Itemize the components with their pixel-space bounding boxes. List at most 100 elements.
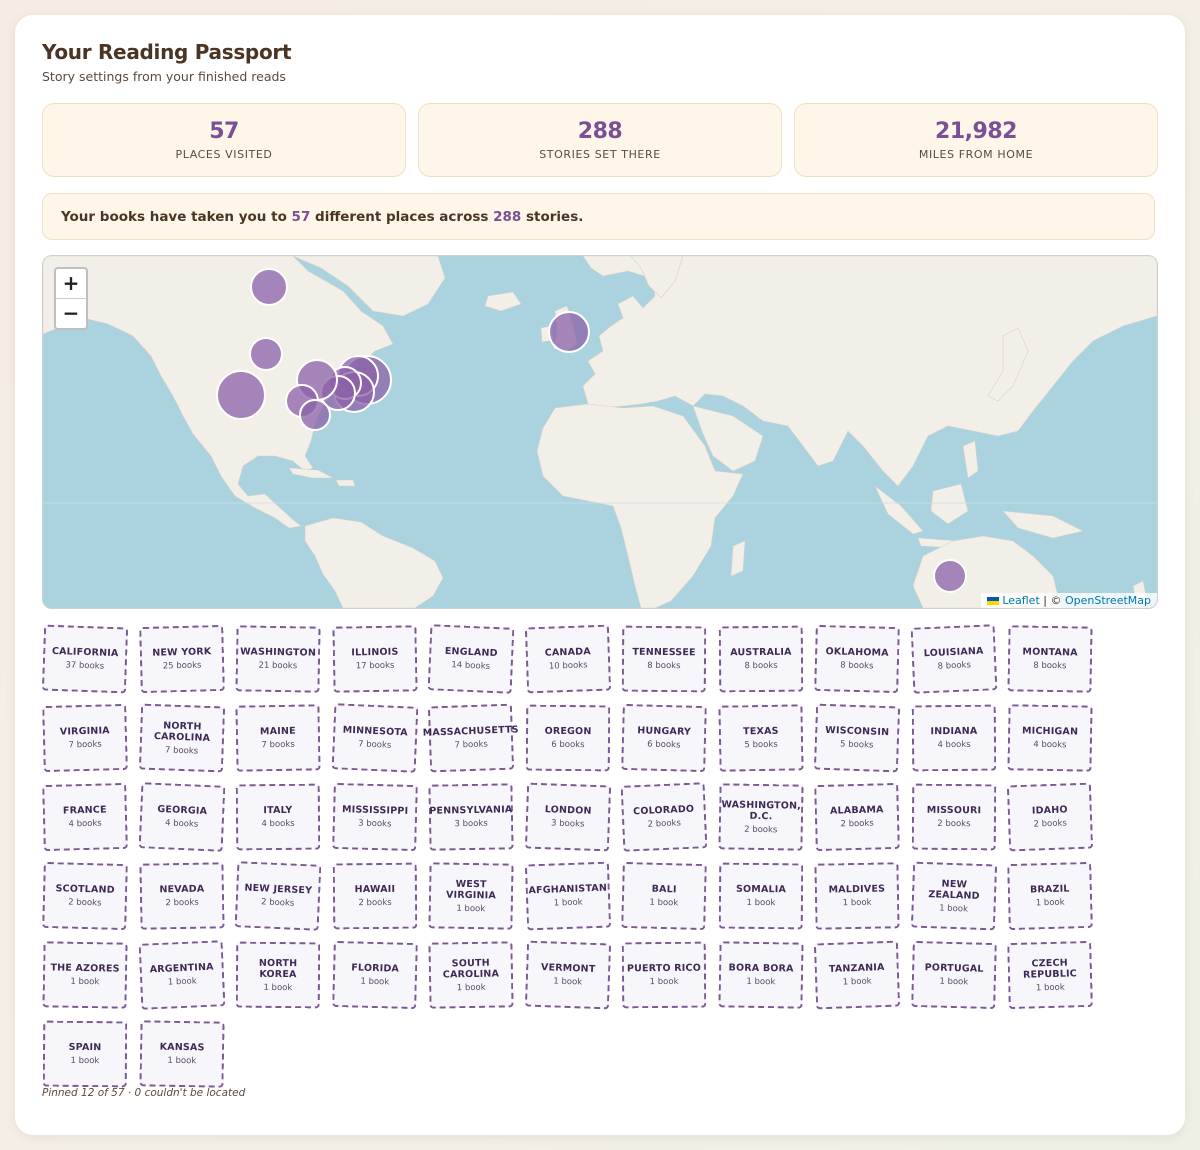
passport-stamp[interactable]: Spain 1 book bbox=[42, 1020, 128, 1088]
passport-stamp[interactable]: Washington 21 books bbox=[235, 625, 321, 693]
passport-stamp[interactable]: Maine 7 books bbox=[235, 704, 321, 772]
passport-stamp[interactable]: Wisconsin 5 books bbox=[813, 703, 901, 773]
zoom-out-button[interactable]: − bbox=[56, 299, 86, 328]
passport-stamp[interactable]: Afghanistan 1 book bbox=[524, 861, 611, 931]
passport-stamp[interactable]: Minnesota 7 books bbox=[331, 703, 418, 773]
summary-banner: Your books have taken you to 57 differen… bbox=[42, 193, 1155, 240]
passport-stamp[interactable]: North Carolina 7 books bbox=[138, 703, 225, 773]
summary-stories-count: 288 bbox=[493, 209, 522, 225]
stamp-place-name: Argentina bbox=[148, 961, 214, 976]
passport-stamp[interactable]: Louisiana 8 books bbox=[910, 624, 997, 694]
leaflet-link[interactable]: Leaflet bbox=[1002, 594, 1039, 607]
passport-stamp[interactable]: Czech Republic 1 book bbox=[1007, 940, 1093, 1010]
stamp-place-name: Massachusetts bbox=[422, 724, 519, 739]
passport-stamp[interactable]: Tennessee 8 books bbox=[621, 625, 707, 693]
map-marker[interactable] bbox=[250, 268, 288, 306]
passport-stamp[interactable]: Scotland 2 books bbox=[42, 861, 128, 931]
passport-stamp[interactable]: North Korea 1 book bbox=[235, 941, 321, 1009]
stamp-place-name: New Zealand bbox=[927, 878, 980, 902]
passport-stamp[interactable]: Argentina 1 book bbox=[138, 940, 225, 1010]
passport-stamp[interactable]: Tanzania 1 book bbox=[813, 940, 901, 1010]
passport-stamp[interactable]: Indiana 4 books bbox=[911, 704, 996, 772]
landmass-madagascar bbox=[730, 540, 746, 577]
passport-stamp[interactable]: Illinois 17 books bbox=[331, 625, 418, 693]
passport-stamp[interactable]: Idaho 2 books bbox=[1006, 782, 1094, 852]
stamp-place-name: West Virginia bbox=[445, 878, 497, 901]
map-attribution: Leaflet | © OpenStreetMap bbox=[981, 593, 1157, 608]
stamp-place-name: Nevada bbox=[158, 883, 204, 896]
passport-stamp[interactable]: England 14 books bbox=[427, 624, 515, 694]
passport-stamp[interactable]: Georgia 4 books bbox=[138, 782, 225, 852]
passport-stamp[interactable]: Washington, D.C. 2 books bbox=[717, 783, 804, 851]
summary-middle: different places across bbox=[310, 209, 494, 225]
summary-prefix: Your books have taken you to bbox=[61, 209, 292, 225]
map-marker[interactable] bbox=[216, 370, 266, 420]
stamp-book-count: 4 books bbox=[261, 818, 295, 830]
passport-stamp[interactable]: Brazil 1 book bbox=[1007, 861, 1093, 931]
stamp-book-count: 8 books bbox=[647, 660, 681, 672]
stamp-book-count: 25 books bbox=[162, 660, 202, 672]
passport-stamp[interactable]: Michigan 4 books bbox=[1007, 704, 1093, 772]
map-marker[interactable] bbox=[299, 399, 331, 431]
stamp-book-count: 2 books bbox=[164, 897, 199, 909]
passport-stamp[interactable]: Oregon 6 books bbox=[525, 704, 610, 772]
stamp-place-name: Italy bbox=[263, 804, 293, 817]
passport-stamp[interactable]: Kansas 1 book bbox=[138, 1020, 225, 1088]
page-title: Your Reading Passport bbox=[42, 40, 292, 64]
passport-stamp[interactable]: Montana 8 books bbox=[1007, 625, 1093, 693]
passport-stamp[interactable]: Portugal 1 book bbox=[910, 940, 997, 1010]
passport-stamp[interactable]: Canada 10 books bbox=[524, 624, 611, 694]
passport-stamp[interactable]: Bora Bora 1 book bbox=[717, 941, 804, 1009]
passport-stamp[interactable]: Virginia 7 books bbox=[42, 703, 128, 773]
passport-stamp[interactable]: Florida 1 book bbox=[331, 940, 418, 1010]
stamp-book-count: 1 book bbox=[1035, 982, 1065, 993]
zoom-in-button[interactable]: + bbox=[56, 269, 86, 299]
passport-stamp[interactable]: London 3 books bbox=[524, 782, 611, 852]
map-marker[interactable] bbox=[933, 559, 967, 593]
stamp-place-name: France bbox=[62, 804, 107, 817]
stamp-book-count: 14 books bbox=[451, 660, 491, 672]
passport-stamp[interactable]: Puerto Rico 1 book bbox=[621, 941, 707, 1009]
passport-stamp[interactable]: Nevada 2 books bbox=[138, 862, 225, 930]
passport-stamp[interactable]: Bali 1 book bbox=[621, 861, 707, 931]
stamp-book-count: 10 books bbox=[548, 660, 588, 672]
passport-stamp[interactable]: New Zealand 1 book bbox=[910, 861, 997, 931]
passport-stamp[interactable]: Hungary 6 books bbox=[621, 703, 707, 773]
stamp-place-name: Spain bbox=[68, 1041, 102, 1054]
passport-stamp[interactable]: Massachusetts 7 books bbox=[423, 703, 519, 773]
passport-stamp[interactable]: Somalia 1 book bbox=[718, 862, 803, 930]
stamp-place-name: Hawaii bbox=[354, 883, 395, 896]
passport-stamp[interactable]: Italy 4 books bbox=[235, 783, 321, 851]
passport-stamp[interactable]: Texas 5 books bbox=[717, 704, 804, 772]
openstreetmap-link[interactable]: OpenStreetMap bbox=[1065, 594, 1151, 607]
passport-stamp[interactable]: West Virginia 1 book bbox=[428, 862, 514, 930]
stamp-place-name: Louisiana bbox=[923, 645, 984, 660]
passport-stamp[interactable]: Pennsylvania 3 books bbox=[428, 783, 514, 851]
stamp-book-count: 8 books bbox=[936, 660, 971, 672]
passport-stamp[interactable]: Vermont 1 book bbox=[524, 940, 611, 1010]
passport-stamp[interactable]: Maldives 1 book bbox=[814, 862, 900, 930]
passport-stamp[interactable]: The Azores 1 book bbox=[42, 941, 128, 1009]
map-marker[interactable] bbox=[548, 311, 590, 353]
stat-label: MILES FROM HOME bbox=[918, 148, 1034, 161]
passport-stamp[interactable]: California 37 books bbox=[41, 624, 129, 694]
passport-stamp[interactable]: Colorado 2 books bbox=[620, 782, 708, 852]
passport-stamp[interactable]: Oklahoma 8 books bbox=[814, 624, 900, 694]
passport-stamp[interactable]: South Carolina 1 book bbox=[428, 941, 514, 1009]
map-marker[interactable] bbox=[249, 337, 283, 371]
stamp-book-count: 1 book bbox=[359, 976, 389, 988]
passport-stamp[interactable]: New York 25 books bbox=[138, 624, 225, 694]
passport-stamp[interactable]: Alabama 2 books bbox=[814, 782, 900, 852]
stamp-place-name: South Carolina bbox=[442, 957, 500, 980]
passport-stamp[interactable]: Hawaii 2 books bbox=[332, 862, 417, 930]
passport-stamp[interactable]: Australia 8 books bbox=[718, 625, 803, 693]
stamp-book-count: 2 books bbox=[743, 824, 777, 835]
passport-stamp[interactable]: Missouri 2 books bbox=[911, 783, 996, 851]
passport-stamp[interactable]: New Jersey 2 books bbox=[234, 861, 322, 931]
stamp-place-name: Texas bbox=[742, 725, 779, 738]
passport-stamp[interactable]: Mississippi 3 books bbox=[331, 782, 418, 852]
stat-value: 57 bbox=[209, 119, 239, 144]
world-map[interactable]: + − Leaflet | © OpenStreetMap bbox=[42, 255, 1158, 609]
stamp-book-count: 8 books bbox=[743, 660, 778, 672]
passport-stamp[interactable]: France 4 books bbox=[42, 782, 128, 852]
